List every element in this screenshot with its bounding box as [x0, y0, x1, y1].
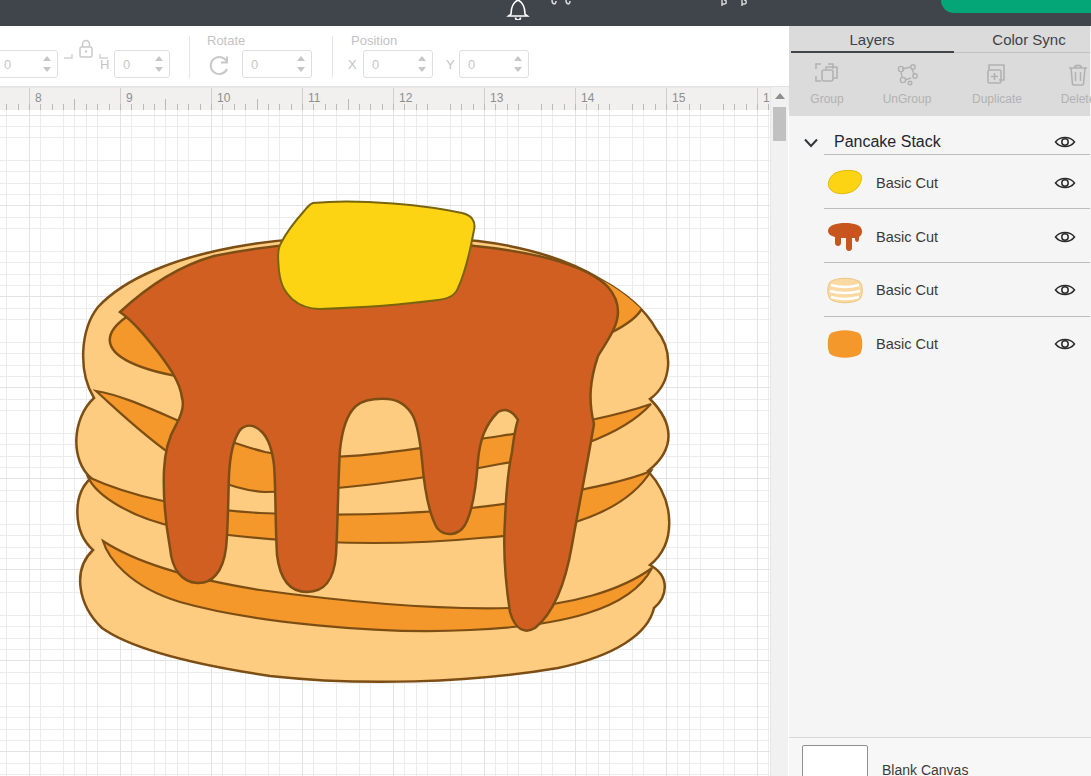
tab-color-sync[interactable]: Color Sync [954, 31, 1091, 53]
layer-visibility-eye-icon[interactable] [1054, 229, 1076, 245]
ruler-number: 9 [126, 91, 133, 105]
x-stepper[interactable] [418, 56, 427, 72]
scroll-up-arrow-icon[interactable] [775, 93, 785, 99]
blank-canvas-label: Blank Canvas [882, 762, 968, 776]
duplicate-icon [984, 62, 1010, 88]
blank-canvas-swatch[interactable] [802, 745, 868, 776]
ungroup-icon [894, 62, 920, 88]
edit-toolbar: 0 H 0 Rotate 0 Position X 0 [0, 26, 790, 87]
chevron-down-icon[interactable] [803, 137, 819, 149]
layer-row-butter[interactable]: Basic Cut [789, 156, 1090, 210]
height-stepper[interactable] [155, 56, 164, 72]
layer-row-pancake[interactable]: Basic Cut [789, 317, 1090, 371]
bell-icon[interactable] [505, 0, 531, 20]
delete-icon [1065, 62, 1091, 88]
group-icon [814, 62, 840, 88]
ruler-number: 12 [399, 91, 412, 105]
rotate-icon[interactable] [206, 52, 232, 78]
height-label: H [100, 57, 109, 72]
layer-visibility-eye-icon[interactable] [1054, 175, 1076, 191]
group-visibility-eye-icon[interactable] [1054, 134, 1076, 150]
y-stepper[interactable] [514, 56, 523, 72]
ruler-number: 8 [35, 91, 42, 105]
horizontal-ruler: 8 9 10 11 12 13 14 15 16 [0, 87, 790, 110]
app-root: 0 H 0 Rotate 0 Position X 0 [0, 0, 1091, 776]
layer-row-pancake-lines[interactable]: Basic Cut [789, 263, 1090, 317]
width-input[interactable]: 0 [0, 50, 58, 78]
ruler-number: 11 [308, 91, 320, 105]
clipped-header-text [550, 0, 770, 8]
rotate-label: Rotate [207, 33, 245, 48]
layer-label: Basic Cut [876, 282, 938, 298]
make-it-button[interactable] [941, 0, 1091, 13]
ruler-number: 14 [581, 91, 594, 105]
y-input[interactable]: 0 [459, 50, 529, 78]
butter-shape[interactable] [278, 201, 474, 309]
x-label: X [348, 57, 357, 72]
x-input[interactable]: 0 [363, 50, 433, 78]
height-input[interactable]: 0 [114, 50, 170, 78]
delete-button[interactable]: Delete [1042, 62, 1091, 120]
layers-panel: Layers Color Sync Group [789, 26, 1091, 776]
active-tab-underline [791, 51, 954, 53]
y-label: Y [446, 57, 455, 72]
layer-visibility-eye-icon[interactable] [1054, 282, 1076, 298]
pancake-layer-thumbnail [825, 328, 865, 360]
ruler-number: 13 [490, 91, 503, 105]
tab-underline [954, 52, 1090, 53]
layer-label: Basic Cut [876, 229, 938, 245]
syrup-layer-thumbnail [825, 221, 865, 253]
panel-header: Layers Color Sync Group [789, 26, 1090, 116]
layer-label: Basic Cut [876, 175, 938, 191]
top-app-bar [0, 0, 1091, 26]
layer-row-syrup[interactable]: Basic Cut [789, 210, 1090, 264]
ruler-number: 10 [217, 91, 230, 105]
layer-visibility-eye-icon[interactable] [1054, 336, 1076, 352]
pancake-stack-artwork[interactable] [0, 110, 770, 776]
duplicate-button[interactable]: Duplicate [961, 62, 1033, 120]
tab-layers[interactable]: Layers [797, 31, 947, 53]
ungroup-button[interactable]: UnGroup [871, 62, 943, 120]
panel-footer: Blank Canvas [789, 737, 1091, 776]
ruler-number: 15 [672, 91, 685, 105]
butter-layer-thumbnail [825, 168, 865, 198]
rotate-stepper[interactable] [297, 56, 306, 72]
scrollbar-thumb[interactable] [773, 107, 786, 141]
canvas-vertical-scrollbar[interactable] [770, 87, 788, 776]
position-label: Position [351, 33, 397, 48]
pancake-lines-layer-thumbnail [825, 275, 865, 305]
group-button[interactable]: Group [791, 62, 863, 120]
width-stepper[interactable] [43, 56, 52, 72]
layer-label: Basic Cut [876, 336, 938, 352]
rotate-input[interactable]: 0 [242, 50, 312, 78]
group-name: Pancake Stack [834, 133, 941, 151]
